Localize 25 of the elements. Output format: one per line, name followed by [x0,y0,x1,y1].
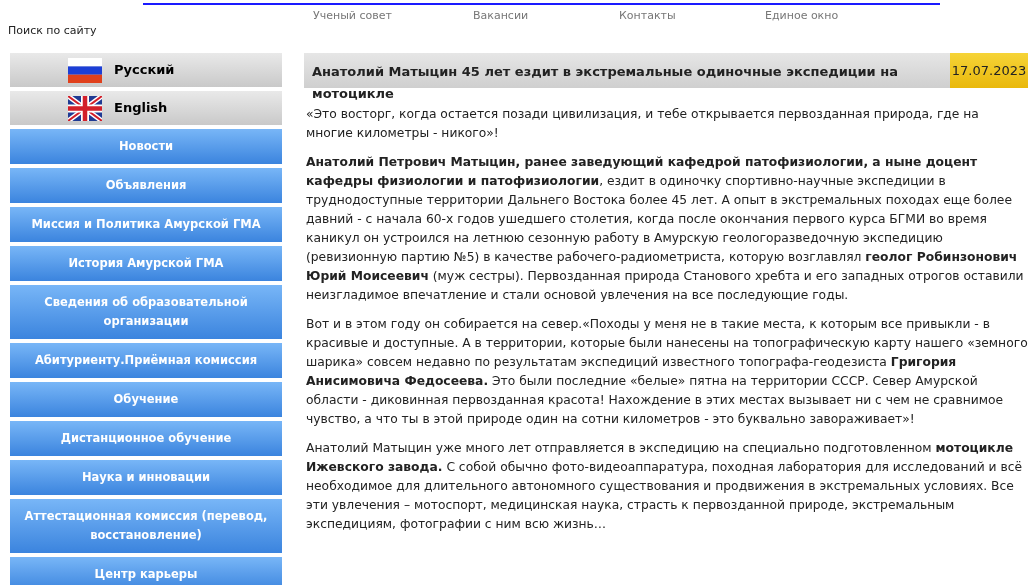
top-nav-link[interactable]: Ученый совет [313,8,473,25]
language-button[interactable]: English [10,91,282,125]
search-label[interactable]: Поиск по сайту [8,24,97,37]
sidebar-menu-item[interactable]: Обучение [10,382,282,417]
article-paragraph: Вот и в этом году он собирается на север.«Походы у меня не в такие места, к которым все привыкли - в красивые и доступные. А в территории, которые были нанесены на топографическую карту нашего «земного шарика» совсем недавно по результатам экспедиций известного топографа-геодезиста Григория Анисимовича Федосеева. Это были последние «белые» пятна на территории СССР. Север Амурской области - диковинная первозданная красота! Нахождение в этих местах вызывает ни с чем не сравнимое чувство, а что ты в этой природе один на сотни километров - это буквально завораживает»! [306,316,1028,428]
sidebar-menu-item[interactable]: Новости [10,129,282,164]
article-paragraph: «Это восторг, когда остается позади цивилизация, и тебе открывается первозданная природа, где на многие километры - никого»! [306,106,980,142]
language-button[interactable]: Русский [10,53,282,87]
sidebar-menu-item[interactable]: Сведения об образовательной организации [10,285,282,339]
sidebar-menu-item[interactable]: Объявления [10,168,282,203]
article-paragraph: Анатолий Петрович Матыцин, ранее заведующий кафедрой патофизиологии, а ныне доцент кафедры физиологии и патофизиологии, ездит в одиночку спортивно-научные экспедиции в труднодоступные территории Дальнего Востока более 45 лет. А опыт в экстремальных походах еще более давний - с начала 60-х годов ушедшего столетия, когда после окончания первого курса БГМИ во время каникул он устроился на летнюю сезонную работу в Амурскую геологоразведочную экспедицию (ревизионную партию №5) в качестве рабочего-радиометриста, которую возглавлял геолог Робинзонович Юрий Моисеевич (муж сестры). Первозданная природа Станового хребта и его западных отрогов оставили неизгладимое впечатление и стали основой увлечения на все последующие годы. [306,154,1025,304]
sidebar-menu-item[interactable]: Центр карьеры [10,557,282,585]
sidebar-menu-item[interactable]: Аттестационная комиссия (перевод, восстановление) [10,499,282,553]
sidebar-menu-item[interactable]: Дистанционное обучение [10,421,282,456]
article-paragraph: Анатолий Матыцин уже много лет отправляется в экспедицию на специально подготовленном мотоцикле Ижевского завода. С собой обычно фото-видеоаппаратура, походная лаборатория для исследований и всё необходимое для длительного автономного существования и продвижения в экстремальных условиях. Все эти увлечения – мотоспорт, медицинская наука, страсть к первозданной природе, экстремальным экспедициям, фотографии с ним всю жизнь… [306,440,1023,533]
sidebar-menu-item[interactable]: Миссия и Политика Амурской ГМА [10,207,282,242]
british-flag-icon [68,95,102,121]
top-nav-link[interactable]: Единое окно [765,8,911,25]
sidebar-menu-item[interactable]: Абитуриенту.Приёмная комиссия [10,343,282,378]
sidebar-menu-item[interactable]: История Амурской ГМА [10,246,282,281]
top-nav-link[interactable]: Контакты [619,8,765,25]
date-badge: 17.07.2023 [950,53,1028,88]
top-nav-link[interactable]: Вакансии [473,8,619,25]
sidebar-menu-item[interactable]: Наука и инновации [10,460,282,495]
russian-flag-icon [68,57,102,83]
